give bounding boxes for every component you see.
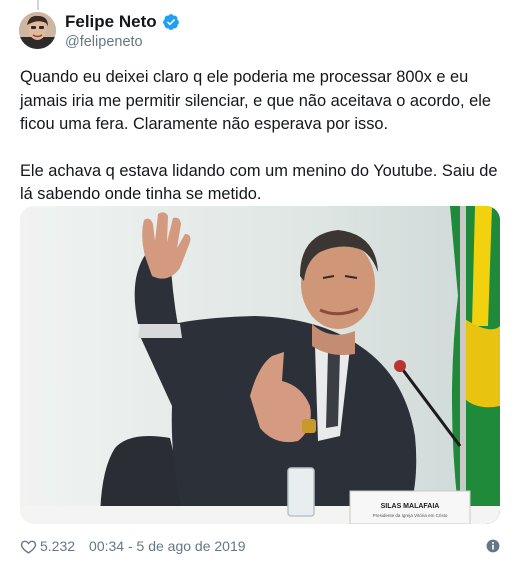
tweet-text: Quando eu deixei claro q ele poderia me … — [20, 66, 502, 207]
tweet-footer: 5.232 00:34 - 5 de ago de 2019 — [20, 536, 500, 556]
photo-illustration: SILAS MALAFAIA Presidente da Igreja Vitó… — [20, 206, 500, 524]
info-button[interactable] — [486, 539, 500, 553]
tweet-photo[interactable]: SILAS MALAFAIA Presidente da Igreja Vitó… — [20, 206, 500, 524]
avatar-image — [19, 12, 56, 49]
info-icon — [486, 539, 500, 553]
heart-icon — [20, 540, 37, 554]
author-name[interactable]: Felipe Neto — [65, 12, 180, 32]
like-action[interactable]: 5.232 — [20, 538, 75, 555]
tweet-paragraph-1: Quando eu deixei claro q ele poderia me … — [20, 68, 492, 133]
verified-badge-icon — [162, 14, 179, 30]
placard-name: SILAS MALAFAIA — [381, 503, 440, 510]
placard-subtitle: Presidente da Igreja Vitória em Cristo — [373, 513, 448, 518]
avatar[interactable] — [19, 12, 56, 49]
like-count: 5.232 — [40, 538, 76, 554]
author-handle[interactable]: @felipeneto — [65, 33, 143, 51]
tweet-timestamp[interactable]: 00:34 - 5 de ago de 2019 — [89, 538, 245, 554]
author-display-name: Felipe Neto — [65, 12, 157, 31]
water-glass — [287, 467, 315, 517]
thread-connector-line — [37, 0, 39, 10]
tweet-paragraph-2: Ele achava q estava lidando com um menin… — [20, 161, 498, 204]
